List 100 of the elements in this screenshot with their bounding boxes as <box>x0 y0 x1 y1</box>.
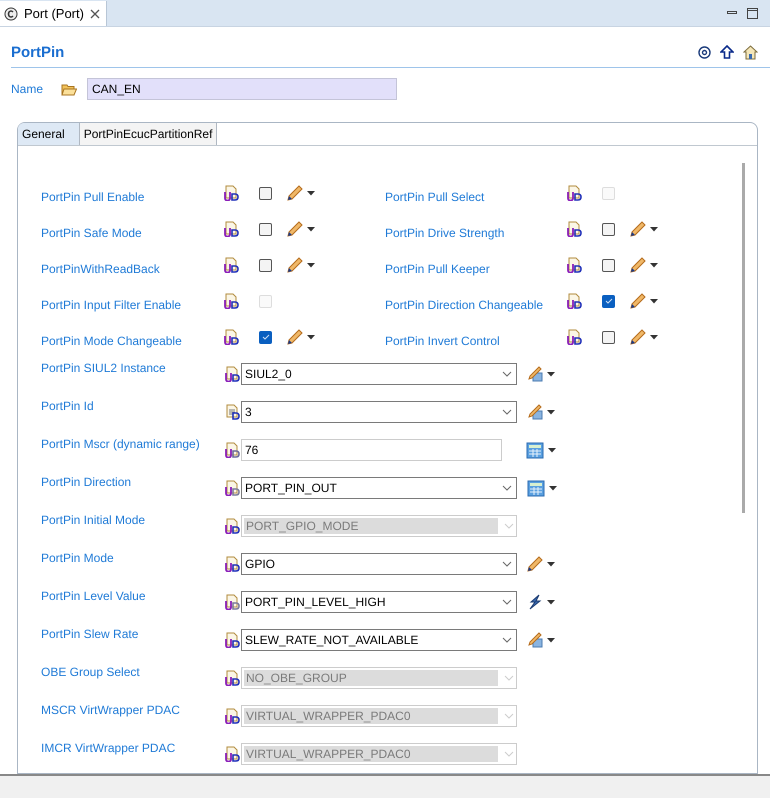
caret-icon[interactable] <box>307 334 315 340</box>
up-arrow-icon[interactable] <box>720 45 734 59</box>
field-label: PortPin Drive Strength <box>385 224 506 240</box>
uc-badge-icon <box>224 632 240 648</box>
chevron-down-icon[interactable] <box>502 485 512 491</box>
field-label: PortPin Mscr (dynamic range) <box>41 436 201 451</box>
caret-icon[interactable] <box>547 372 555 376</box>
dropdown: VIRTUAL_WRAPPER_PDAC0 <box>241 705 517 727</box>
field-label: PortPin Id <box>41 398 95 413</box>
chevron-down-icon[interactable] <box>502 637 512 643</box>
field-label: PortPin Input Filter Enable <box>41 296 182 312</box>
caret-icon[interactable] <box>650 226 658 232</box>
field-label: PortPin Pull Select <box>385 188 486 204</box>
caret-icon[interactable] <box>650 298 658 304</box>
caret-icon[interactable] <box>547 562 555 566</box>
checkbox[interactable] <box>259 186 272 200</box>
ud-badge-icon <box>566 185 582 201</box>
pencil-icon[interactable] <box>287 221 303 237</box>
chevron-down-icon[interactable] <box>502 561 512 567</box>
field-label: PortPin Mode <box>41 550 115 565</box>
field-label: PortPin Invert Control <box>385 332 501 348</box>
pencil-grid-icon[interactable] <box>527 632 543 648</box>
field-label: PortPin Direction <box>41 474 132 489</box>
ud-badge-icon <box>223 329 239 345</box>
caret-icon[interactable] <box>650 262 658 268</box>
chevron-down-icon[interactable] <box>502 409 512 415</box>
field-label: PortPin Direction Changeable <box>385 296 544 312</box>
home-icon[interactable] <box>743 44 758 60</box>
field-label: PortPin Pull Keeper <box>385 260 491 276</box>
caret-icon[interactable] <box>547 410 555 414</box>
ud-badge-icon <box>566 329 582 345</box>
caret-icon[interactable] <box>549 486 557 490</box>
ud-badge-icon <box>566 257 582 273</box>
pencil-icon[interactable] <box>630 221 646 237</box>
field-label: IMCR VirtWrapper PDAC <box>41 740 176 755</box>
tab[interactable]: General <box>18 123 80 145</box>
dropdown: NO_OBE_GROUP <box>241 667 517 689</box>
field-label: PortPin Initial Mode <box>41 512 146 527</box>
ud-badge-icon <box>224 556 240 572</box>
checkbox[interactable] <box>602 330 615 344</box>
pencil-icon[interactable] <box>287 329 303 345</box>
field-label: PortPin Mode Changeable <box>41 332 183 348</box>
dropdown[interactable]: PORT_PIN_LEVEL_HIGH <box>241 591 517 613</box>
ud-badge-icon <box>223 257 239 273</box>
close-icon[interactable] <box>90 8 100 18</box>
ud-badge-icon <box>566 293 582 309</box>
dropdown[interactable]: SLEW_RATE_NOT_AVAILABLE <box>241 629 517 651</box>
pencil-icon[interactable] <box>527 556 543 572</box>
calculator-icon[interactable] <box>527 480 545 496</box>
uc-badge-icon <box>224 366 240 382</box>
field-label: PortPinWithReadBack <box>41 260 161 276</box>
name-label: Name <box>11 82 44 96</box>
checkbox[interactable] <box>602 258 615 272</box>
ic-badge-icon <box>224 404 240 420</box>
pencil-grid-icon[interactable] <box>527 366 543 382</box>
field-label: PortPin Safe Mode <box>41 224 143 240</box>
dropdown[interactable]: PORT_PIN_OUT <box>241 477 517 499</box>
check-icon <box>604 298 612 304</box>
ud-badge-icon <box>566 221 582 237</box>
dropdown: PORT_GPIO_MODE <box>241 515 517 537</box>
lightning-icon[interactable] <box>527 594 543 610</box>
calculator-icon[interactable] <box>526 442 544 458</box>
ud-badge-icon <box>223 293 239 309</box>
pencil-icon[interactable] <box>287 185 303 201</box>
field-label: PortPin Level Value <box>41 588 147 603</box>
folder-icon[interactable] <box>61 82 77 96</box>
caret-icon[interactable] <box>650 334 658 340</box>
ud-badge-icon <box>224 746 240 762</box>
name-field[interactable]: CAN_EN <box>87 78 397 100</box>
chevron-down-icon[interactable] <box>502 371 512 377</box>
pencil-icon[interactable] <box>630 329 646 345</box>
chevron-down-icon[interactable] <box>502 599 512 605</box>
caret-icon[interactable] <box>307 190 315 196</box>
dropdown[interactable]: 3 <box>241 401 517 423</box>
maximize-icon[interactable] <box>747 8 758 18</box>
checkbox[interactable] <box>259 222 272 236</box>
caret-icon[interactable] <box>548 448 556 452</box>
field-label: OBE Group Select <box>41 664 141 679</box>
caret-icon[interactable] <box>547 600 555 604</box>
dropdown[interactable]: GPIO <box>241 553 517 575</box>
pencil-icon[interactable] <box>287 257 303 273</box>
ud-badge-icon <box>223 185 239 201</box>
field-label: PortPin Slew Rate <box>41 626 140 641</box>
ud-badge-icon <box>224 670 240 686</box>
caret-icon[interactable] <box>307 226 315 232</box>
checkbox[interactable] <box>602 294 615 308</box>
caret-icon[interactable] <box>547 638 555 642</box>
dropdown[interactable]: SIUL2_0 <box>241 363 517 385</box>
text-field[interactable]: 76 <box>241 439 502 461</box>
tab[interactable]: PortPinEcucPartitionRef <box>80 123 218 145</box>
dropdown: VIRTUAL_WRAPPER_PDAC0 <box>241 743 517 765</box>
pencil-grid-icon[interactable] <box>527 404 543 420</box>
pencil-icon[interactable] <box>630 293 646 309</box>
page-title: PortPin <box>11 44 64 60</box>
checkbox[interactable] <box>602 222 615 236</box>
pencil-icon[interactable] <box>630 257 646 273</box>
checkbox[interactable] <box>259 330 272 344</box>
caret-icon[interactable] <box>307 262 315 268</box>
checkbox[interactable] <box>259 258 272 272</box>
scrollbar[interactable] <box>742 163 745 513</box>
